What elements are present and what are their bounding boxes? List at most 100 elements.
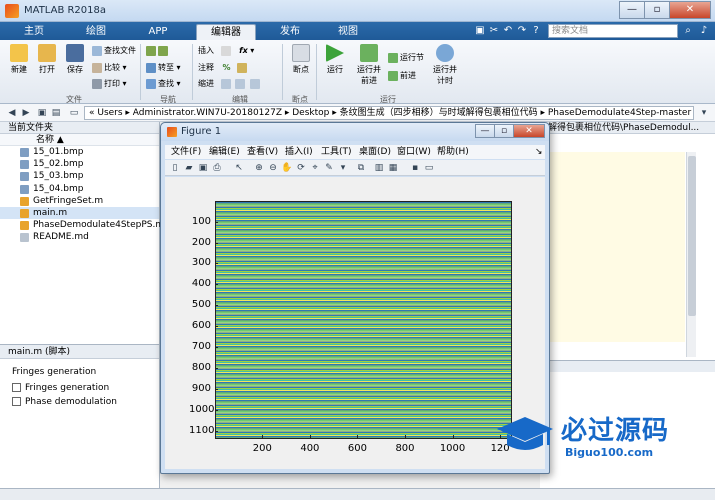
redo-icon[interactable]: ↷: [516, 25, 528, 37]
section-item[interactable]: Fringes generation: [12, 383, 109, 393]
menu-file[interactable]: 文件(F): [171, 145, 201, 159]
cut-icon[interactable]: ✂: [488, 25, 500, 37]
figure-title-bar[interactable]: Figure 1 — ▫ ✕: [161, 123, 549, 141]
open-file-icon[interactable]: ▰: [183, 162, 195, 174]
scrollbar-thumb[interactable]: [688, 156, 696, 316]
indent-button[interactable]: 缩进: [198, 78, 262, 90]
x-tick-mark: [262, 435, 264, 438]
minimize-button[interactable]: —: [475, 124, 495, 138]
file-item-selected[interactable]: main.m: [0, 206, 159, 220]
file-item[interactable]: 15_04.bmp: [0, 183, 159, 195]
menu-tools[interactable]: 工具(T): [321, 145, 352, 159]
open-button[interactable]: 打开: [32, 44, 62, 75]
tab-home[interactable]: 主页: [12, 24, 56, 40]
section-item[interactable]: Phase demodulation: [12, 397, 117, 407]
tab-plots[interactable]: 绘图: [74, 24, 118, 40]
save-button[interactable]: 保存: [60, 44, 90, 75]
x-tick-label: 800: [395, 443, 415, 454]
zoom-in-icon[interactable]: ⊕: [253, 162, 265, 174]
find-button[interactable]: 查找 ▾: [146, 78, 181, 90]
title-bar: MATLAB R2018a — ▫ ✕: [0, 0, 715, 22]
address-bar: ◀ ▶ ▣ ▤ ▭ « Users ▸ Administrator.WIN7U-…: [0, 104, 715, 122]
find-files-button[interactable]: 查找文件: [92, 45, 136, 57]
legend-icon[interactable]: ▦: [387, 162, 399, 174]
run-and-time-button[interactable]: 运行并 计时: [428, 44, 462, 86]
file-item[interactable]: GetFringeSet.m: [0, 195, 159, 207]
minimize-button[interactable]: —: [619, 1, 645, 19]
advance-button[interactable]: 前进: [388, 70, 416, 82]
editor-code-region[interactable]: [548, 152, 685, 342]
menu-insert[interactable]: 插入(I): [285, 145, 313, 159]
run-button[interactable]: 运行: [320, 44, 350, 75]
arrow-forward-icon[interactable]: ▶: [20, 107, 32, 119]
close-button[interactable]: ✕: [513, 124, 545, 138]
fringe-image-axes[interactable]: [215, 201, 512, 439]
search-input[interactable]: 搜索文档: [548, 24, 678, 38]
script-file-icon: [20, 221, 29, 231]
undo-icon[interactable]: ↶: [502, 25, 514, 37]
menu-view[interactable]: 查看(V): [247, 145, 278, 159]
maximize-button[interactable]: ▫: [494, 124, 514, 138]
zoom-out-icon[interactable]: ⊖: [267, 162, 279, 174]
save-figure-icon[interactable]: ▣: [197, 162, 209, 174]
maximize-button[interactable]: ▫: [644, 1, 670, 19]
tab-view[interactable]: 视图: [326, 24, 370, 40]
menu-window[interactable]: 窗口(W): [397, 145, 431, 159]
pan-icon[interactable]: ✋: [281, 162, 293, 174]
colorbar-icon[interactable]: ▥: [373, 162, 385, 174]
tab-publish[interactable]: 发布: [268, 24, 312, 40]
run-and-advance-button[interactable]: 运行并 前进: [352, 44, 386, 86]
separator: [316, 44, 317, 100]
save-icon[interactable]: ▣: [474, 25, 486, 37]
figure-window-controls: — ▫ ✕: [475, 124, 545, 138]
new-figure-icon[interactable]: ▯: [169, 162, 181, 174]
bell-icon[interactable]: ♪: [698, 25, 710, 37]
file-item[interactable]: 15_03.bmp: [0, 170, 159, 182]
browse-folder-icon[interactable]: ▤: [50, 107, 62, 119]
compare-button[interactable]: 比较 ▾: [92, 62, 127, 74]
figure-window[interactable]: Figure 1 — ▫ ✕ 文件(F) 编辑(E) 查看(V) 插入(I) 工…: [160, 122, 550, 474]
show-tools-icon[interactable]: ▭: [423, 162, 435, 174]
pointer-icon[interactable]: ↖: [233, 162, 245, 174]
arrow-back-icon[interactable]: ◀: [6, 107, 18, 119]
dock-icon[interactable]: ↘: [535, 145, 543, 159]
y-tick-mark: [215, 430, 218, 432]
fx-icon[interactable]: fx: [239, 46, 248, 55]
file-item[interactable]: README.md: [0, 231, 159, 243]
search-icon[interactable]: ⌕: [682, 25, 694, 37]
name-column-header[interactable]: 名称 ▲: [0, 134, 159, 146]
close-button[interactable]: ✕: [669, 1, 711, 19]
print-figure-icon[interactable]: ⎙: [211, 162, 223, 174]
link-plot-icon[interactable]: ⧉: [355, 162, 367, 174]
folder-up-icon[interactable]: ▣: [36, 107, 48, 119]
current-folder-path[interactable]: « Users ▸ Administrator.WIN7U-20180127Z …: [84, 106, 694, 120]
file-item[interactable]: PhaseDemodulate4StepPS.m: [0, 219, 164, 231]
chevron-down-icon[interactable]: ▾: [337, 162, 349, 174]
menu-help[interactable]: 帮助(H): [437, 145, 469, 159]
menu-desktop[interactable]: 桌面(D): [359, 145, 391, 159]
breakpoints-button[interactable]: 断点: [286, 44, 316, 75]
menu-edit[interactable]: 编辑(E): [209, 145, 240, 159]
new-button[interactable]: 新建: [4, 44, 34, 75]
insert-button[interactable]: 插入 fx ▾: [198, 45, 254, 57]
back-forward-buttons[interactable]: [146, 45, 170, 57]
rotate-icon[interactable]: ⟳: [295, 162, 307, 174]
brush-icon[interactable]: ✎: [323, 162, 335, 174]
image-file-icon: [20, 148, 29, 157]
tab-editor[interactable]: 编辑器: [196, 24, 256, 40]
run-section-button[interactable]: 运行节: [388, 52, 424, 64]
folder-icon[interactable]: ▭: [68, 107, 80, 119]
comment-button[interactable]: 注释 %: [198, 62, 249, 74]
editor-scrollbar[interactable]: [686, 152, 696, 357]
app-title: MATLAB R2018a: [24, 5, 107, 16]
file-details-panel: main.m (脚本) Fringes generation Fringes g…: [0, 344, 160, 498]
data-cursor-icon[interactable]: ⌖: [309, 162, 321, 174]
hide-tools-icon[interactable]: ▪: [409, 162, 421, 174]
chevron-down-icon[interactable]: ▾: [698, 107, 710, 119]
file-item[interactable]: 15_02.bmp: [0, 158, 159, 170]
goto-button[interactable]: 转至 ▾: [146, 62, 181, 74]
print-button[interactable]: 打印 ▾: [92, 78, 127, 90]
file-item[interactable]: 15_01.bmp: [0, 146, 159, 158]
tab-apps[interactable]: APP: [136, 24, 180, 40]
help-icon[interactable]: ?: [530, 25, 542, 37]
